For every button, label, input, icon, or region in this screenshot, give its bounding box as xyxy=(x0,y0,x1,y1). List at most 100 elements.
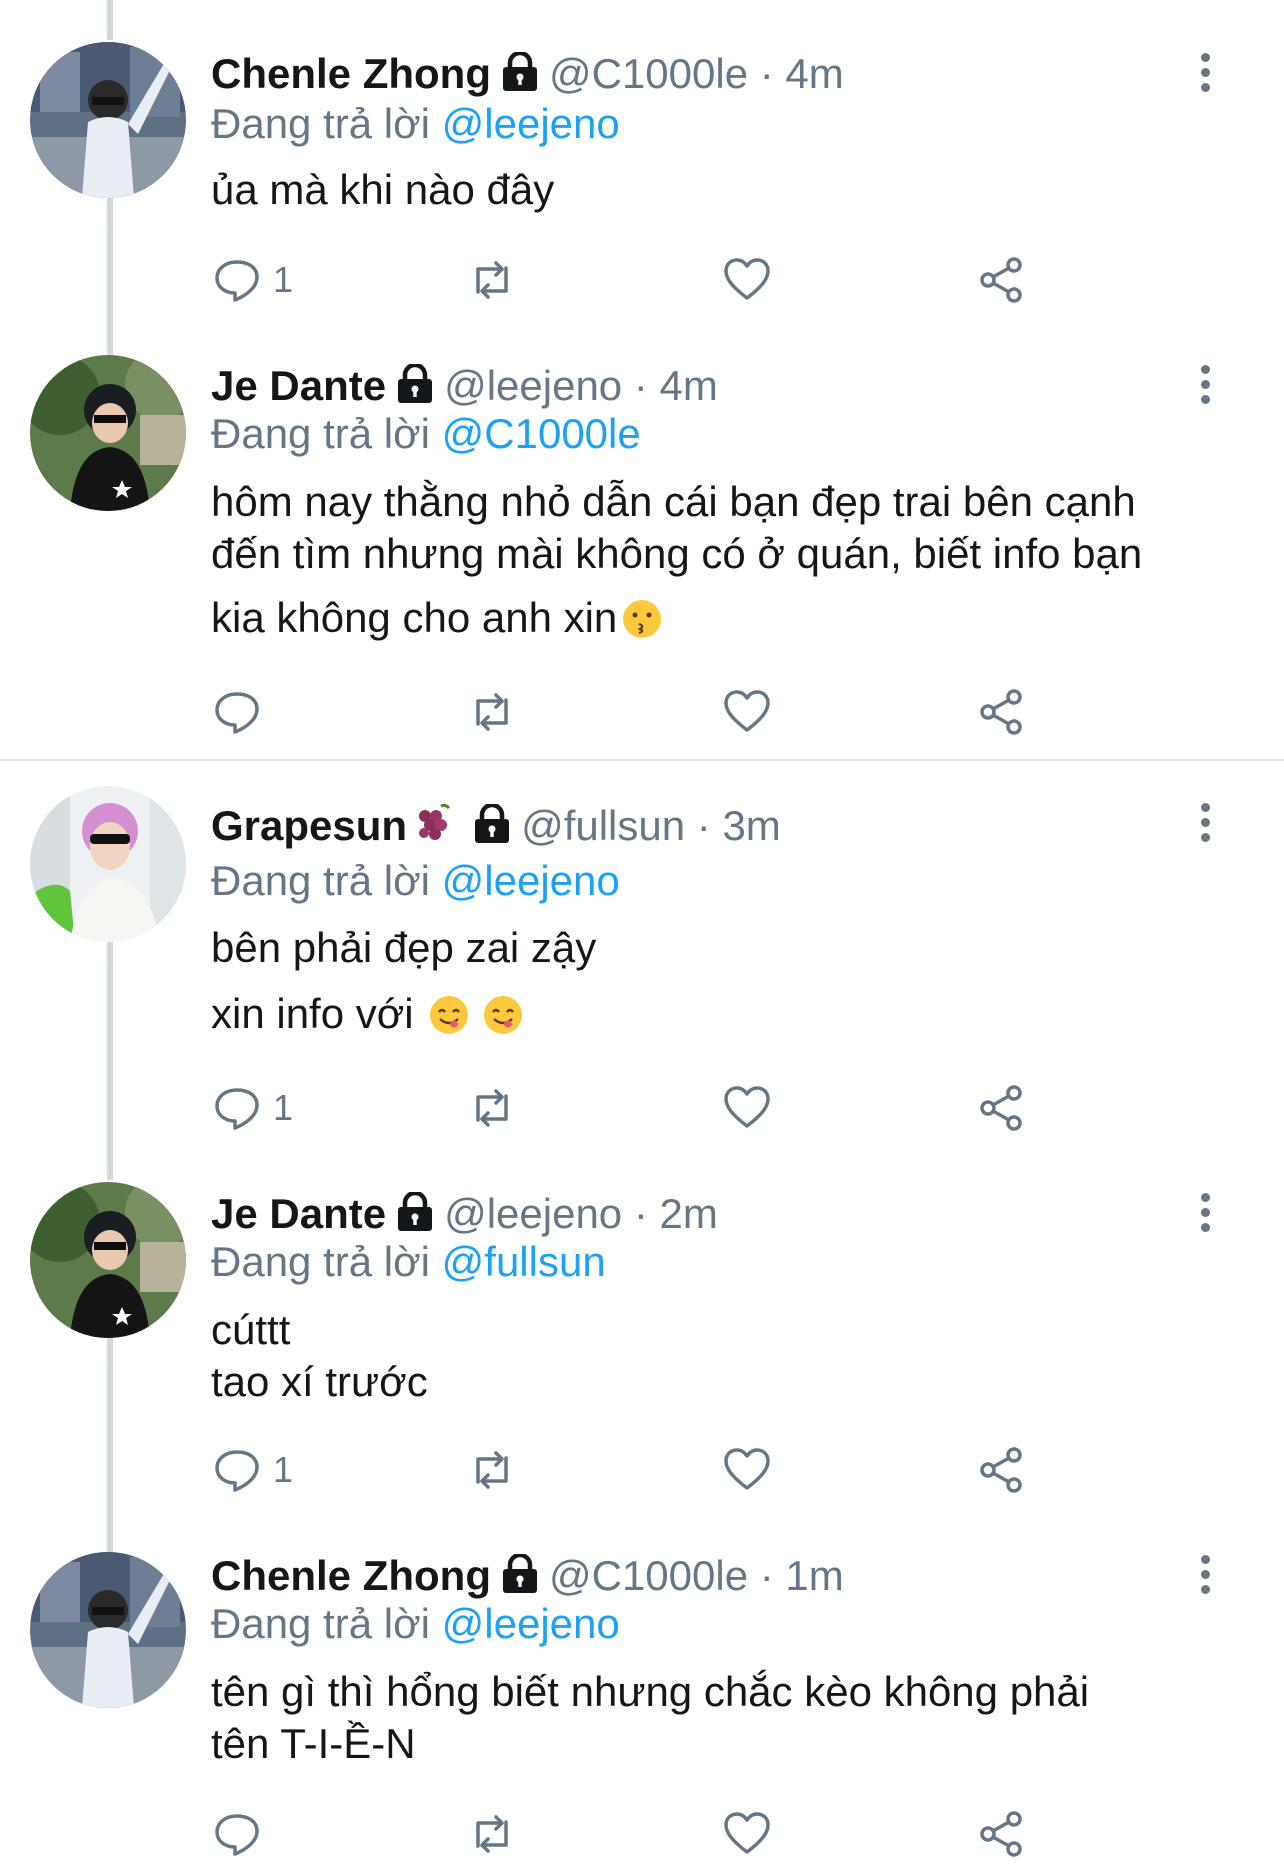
more-vertical-icon[interactable] xyxy=(1190,800,1220,850)
lock-icon xyxy=(473,802,511,856)
avatar-chenle-image xyxy=(30,42,186,198)
tweet-header: Chenle Zhong @C1000le · 4m xyxy=(211,48,844,104)
share-icon xyxy=(980,689,1022,735)
more-vertical-icon[interactable] xyxy=(1190,50,1220,100)
retweet-icon xyxy=(476,1815,508,1853)
yum-face-emoji-icon xyxy=(482,994,524,1048)
reply-button[interactable] xyxy=(211,1804,273,1864)
conversation-divider xyxy=(0,759,1284,761)
retweet-icon xyxy=(476,1089,508,1127)
share-icon xyxy=(980,257,1022,303)
timestamp[interactable]: 4m xyxy=(660,362,718,409)
share-icon xyxy=(980,1085,1022,1131)
action-bar xyxy=(211,1804,1061,1864)
more-vertical-icon[interactable] xyxy=(1190,1552,1220,1602)
thread-line xyxy=(107,196,113,356)
reply-icon xyxy=(215,260,259,302)
handle[interactable]: @leejeno xyxy=(444,362,622,409)
share-button[interactable] xyxy=(976,1804,1028,1864)
share-button[interactable] xyxy=(976,1078,1028,1138)
mention-link[interactable]: @leejeno xyxy=(442,857,620,904)
like-button[interactable] xyxy=(721,682,773,742)
more-vertical-icon[interactable] xyxy=(1190,1190,1220,1240)
reply-button[interactable]: 1 xyxy=(211,1078,293,1138)
separator: · xyxy=(685,802,723,849)
share-icon xyxy=(980,1447,1022,1493)
tweet-header: Grapesun @fullsun · 3m xyxy=(211,800,781,858)
share-button[interactable] xyxy=(976,682,1028,742)
share-icon xyxy=(980,1811,1022,1857)
mention-link[interactable]: @leejeno xyxy=(442,1600,620,1647)
avatar[interactable] xyxy=(30,1182,186,1338)
tweet-text: cúttt tao xí trước xyxy=(211,1306,428,1405)
like-button[interactable] xyxy=(721,1440,773,1500)
avatar-jedante-image xyxy=(30,1182,186,1338)
timestamp[interactable]: 1m xyxy=(785,1552,843,1599)
avatar[interactable] xyxy=(30,1552,186,1708)
replying-to: Đang trả lời @leejeno xyxy=(211,100,620,147)
retweet-button[interactable] xyxy=(466,1078,518,1138)
retweet-button[interactable] xyxy=(466,1440,518,1500)
action-bar xyxy=(211,682,1061,742)
action-bar: 1 xyxy=(211,250,1061,310)
handle[interactable]: @C1000le xyxy=(549,50,748,97)
retweet-button[interactable] xyxy=(466,682,518,742)
heart-icon xyxy=(724,1086,770,1128)
timestamp[interactable]: 2m xyxy=(660,1190,718,1237)
mention-link[interactable]: @fullsun xyxy=(442,1238,606,1285)
avatar[interactable] xyxy=(30,355,186,511)
reply-count: 1 xyxy=(273,1087,294,1128)
display-name[interactable]: Chenle Zhong xyxy=(211,1552,491,1599)
reply-icon xyxy=(215,1450,259,1492)
action-bar: 1 xyxy=(211,1078,1061,1138)
tweet-text: hôm nay thằng nhỏ dẫn cái bạn đẹp trai b… xyxy=(211,476,1221,652)
retweet-button[interactable] xyxy=(466,1804,518,1864)
grapes-emoji-icon xyxy=(411,802,455,858)
separator: · xyxy=(622,1190,660,1237)
heart-icon xyxy=(724,690,770,732)
handle[interactable]: @C1000le xyxy=(549,1552,748,1599)
display-name[interactable]: Chenle Zhong xyxy=(211,50,491,97)
yum-face-emoji-icon xyxy=(428,994,470,1048)
reply-count: 1 xyxy=(273,1449,294,1490)
thread-line xyxy=(107,0,113,40)
retweet-icon xyxy=(476,693,508,731)
like-button[interactable] xyxy=(721,1804,773,1864)
reply-button[interactable] xyxy=(211,682,273,742)
tweet-text: ủa mà khi nào đây xyxy=(211,166,555,213)
thread-line xyxy=(107,1338,113,1552)
retweet-icon xyxy=(476,261,508,299)
kissing-face-emoji-icon xyxy=(621,598,663,652)
mention-link[interactable]: @leejeno xyxy=(442,100,620,147)
avatar-grapesun-image xyxy=(30,786,186,942)
reply-button[interactable]: 1 xyxy=(211,1440,293,1500)
avatar-chenle-image xyxy=(30,1552,186,1708)
tweet-text: tên gì thì hổng biết nhưng chắc kèo khôn… xyxy=(211,1668,1090,1767)
timestamp[interactable]: 4m xyxy=(785,50,843,97)
handle[interactable]: @fullsun xyxy=(521,802,685,849)
avatar-jedante-image xyxy=(30,355,186,511)
like-button[interactable] xyxy=(721,1078,773,1138)
handle[interactable]: @leejeno xyxy=(444,1190,622,1237)
avatar[interactable] xyxy=(30,786,186,942)
tweet-text: bên phải đẹp zai zậy xin info với xyxy=(211,922,1221,1048)
timestamp[interactable]: 3m xyxy=(722,802,780,849)
replying-to: Đang trả lời @leejeno xyxy=(211,1600,620,1647)
share-button[interactable] xyxy=(976,1440,1028,1500)
avatar[interactable] xyxy=(30,42,186,198)
action-bar: 1 xyxy=(211,1440,1061,1500)
retweet-button[interactable] xyxy=(466,250,518,310)
reply-icon xyxy=(215,692,259,734)
share-button[interactable] xyxy=(976,250,1028,310)
more-vertical-icon[interactable] xyxy=(1190,362,1220,412)
reply-button[interactable]: 1 xyxy=(211,250,293,310)
display-name[interactable]: Je Dante xyxy=(211,362,386,409)
separator: · xyxy=(622,362,660,409)
replying-to: Đang trả lời @fullsun xyxy=(211,1238,606,1285)
retweet-icon xyxy=(476,1451,508,1489)
display-name[interactable]: Je Dante xyxy=(211,1190,386,1237)
reply-count: 1 xyxy=(273,259,294,300)
mention-link[interactable]: @C1000le xyxy=(442,410,641,457)
display-name[interactable]: Grapesun xyxy=(211,802,407,849)
like-button[interactable] xyxy=(721,250,773,310)
